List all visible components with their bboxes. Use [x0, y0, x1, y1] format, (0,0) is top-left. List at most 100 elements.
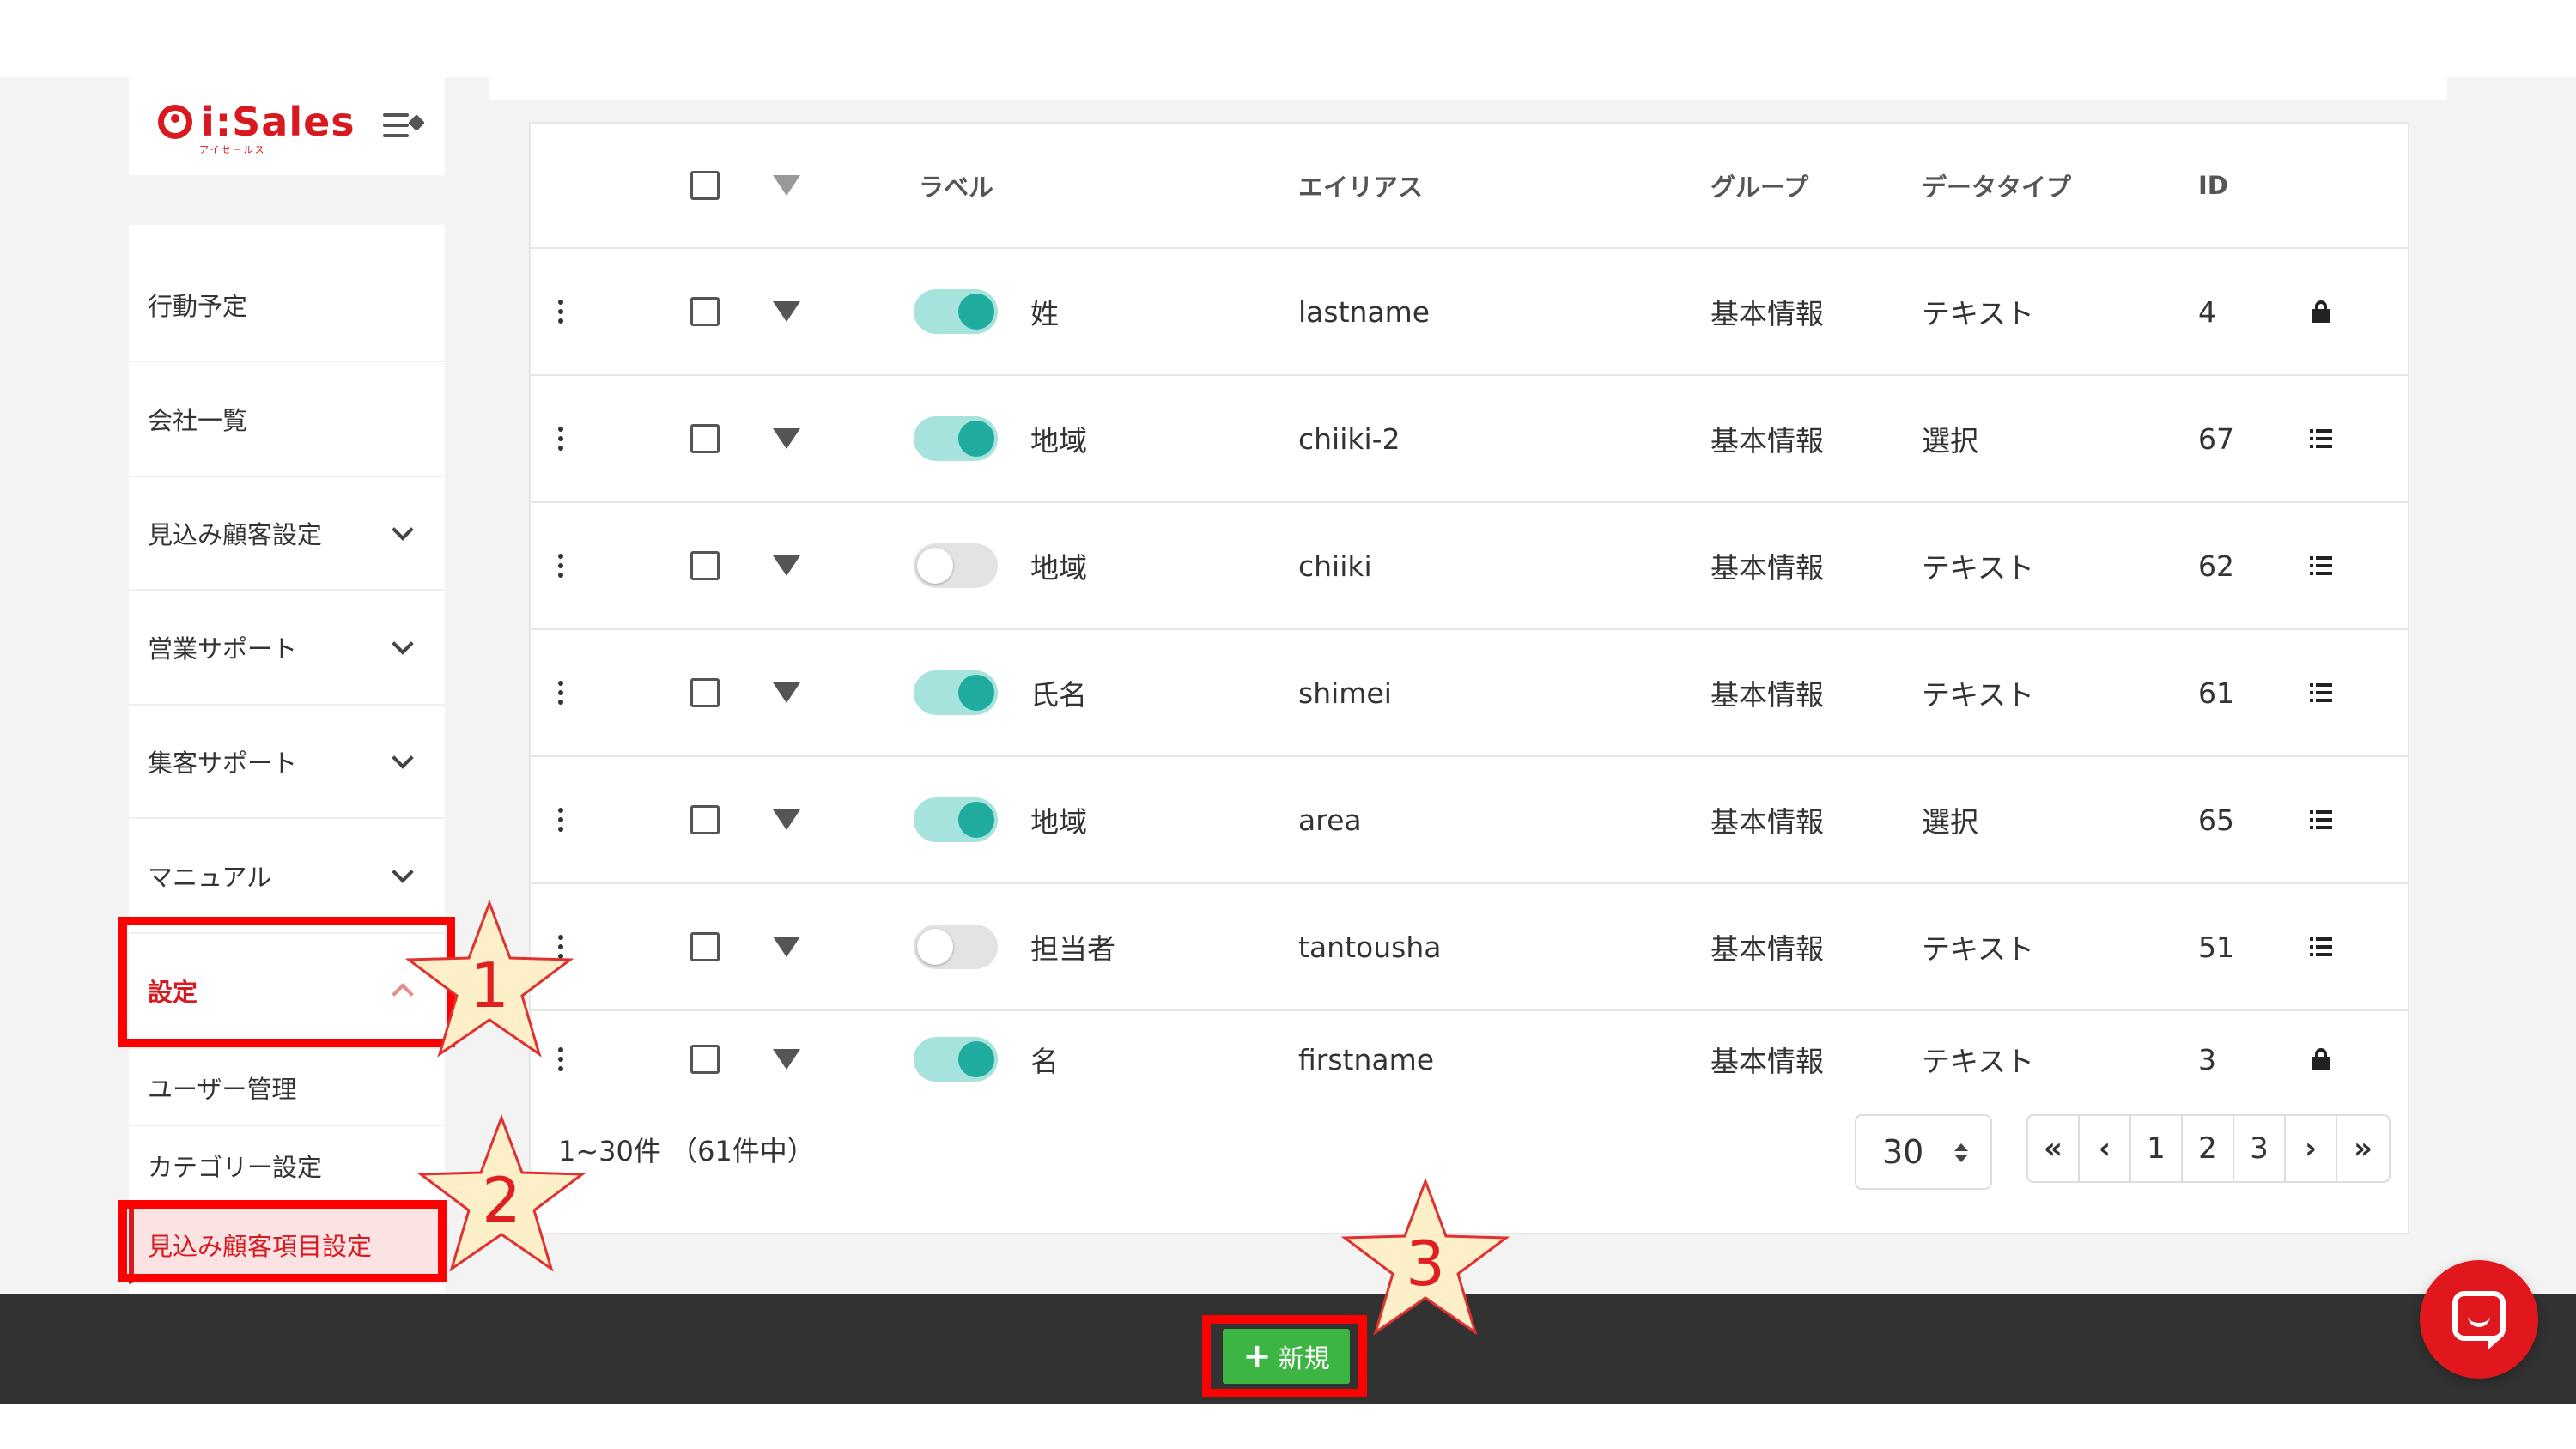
field-alias: chiiki	[1298, 549, 1372, 583]
expand-triangle-icon[interactable]	[773, 1011, 800, 1107]
field-datatype: テキスト	[1922, 551, 2035, 585]
expand-triangle-icon[interactable]	[773, 503, 800, 628]
expand-triangle-icon[interactable]	[773, 757, 800, 882]
table-row: 地域 area 基本情報 選択 65	[531, 757, 2408, 884]
table-row: 姓 lastname 基本情報 テキスト 4	[531, 249, 2408, 376]
row-menu-icon[interactable]	[558, 249, 563, 374]
list-icon[interactable]	[2310, 884, 2332, 1009]
field-label: 地域	[1030, 424, 1087, 458]
sidebar-subitem-label: カテゴリー設定	[148, 1153, 323, 1182]
expand-triangle-icon[interactable]	[773, 884, 800, 1009]
page-button-3[interactable]: 3	[2234, 1116, 2286, 1181]
row-menu-icon[interactable]	[558, 376, 563, 501]
sidebar-subitem-user-management[interactable]: ユーザー管理	[129, 1051, 445, 1126]
list-icon[interactable]	[2310, 757, 2332, 882]
enable-toggle[interactable]	[914, 249, 998, 374]
pagination: « ‹ 1 2 3 › »	[2026, 1114, 2391, 1183]
logo-card: i:Sales アイセールス	[129, 77, 445, 175]
per-page-value: 30	[1882, 1133, 1924, 1171]
list-icon[interactable]	[2310, 630, 2332, 755]
annotation-highlight-prospect-field-settings	[118, 1200, 447, 1282]
logo-subtext: アイセールス	[199, 144, 266, 155]
column-header-alias[interactable]: エイリアス	[1298, 124, 1423, 247]
chevron-down-icon	[392, 861, 414, 883]
field-alias: shimei	[1298, 676, 1392, 710]
expand-triangle-icon[interactable]	[773, 249, 800, 374]
field-alias: chiiki-2	[1298, 421, 1400, 456]
annotation-star-2: 2	[416, 1113, 587, 1276]
enable-toggle[interactable]	[914, 884, 998, 1009]
logo[interactable]: i:Sales	[158, 99, 355, 145]
field-datatype: テキスト	[1922, 297, 2035, 330]
row-checkbox[interactable]	[690, 884, 720, 1009]
field-id: 3	[2198, 1042, 2216, 1076]
next-page-button[interactable]: ›	[2286, 1116, 2337, 1181]
row-checkbox[interactable]	[690, 376, 720, 501]
row-checkbox[interactable]	[690, 757, 720, 882]
enable-toggle[interactable]	[914, 757, 998, 882]
sidebar-item-prospect-settings[interactable]: 見込み顧客設定	[129, 477, 445, 591]
table-row: 担当者 tantousha 基本情報 テキスト 51	[531, 884, 2408, 1011]
first-page-button[interactable]: «	[2028, 1116, 2080, 1181]
enable-toggle[interactable]	[914, 503, 998, 628]
table-row: 名 firstname 基本情報 テキスト 3	[531, 1011, 2408, 1107]
row-menu-icon[interactable]	[558, 757, 563, 882]
expand-triangle-icon[interactable]	[773, 376, 800, 501]
prev-page-button[interactable]: ‹	[2080, 1116, 2131, 1181]
column-header-id[interactable]: ID	[2198, 124, 2228, 247]
field-group: 基本情報	[1710, 805, 1824, 839]
list-icon[interactable]	[2310, 503, 2332, 628]
row-checkbox[interactable]	[690, 630, 720, 755]
per-page-select[interactable]: 30	[1855, 1114, 1992, 1190]
row-checkbox[interactable]	[690, 249, 720, 374]
menu-collapse-icon[interactable]	[383, 112, 426, 141]
field-datatype: 選択	[1922, 424, 1978, 458]
field-table-card: ラベル エイリアス グループ データタイプ ID 姓 lastname 基本情報 テキ…	[529, 122, 2409, 1234]
field-id: 51	[2198, 930, 2234, 964]
logo-text: i:Sales	[201, 99, 355, 145]
sidebar-subitem-category-settings[interactable]: カテゴリー設定	[129, 1126, 445, 1207]
column-header-datatype[interactable]: データタイプ	[1922, 124, 2071, 247]
annotation-number: 1	[470, 949, 509, 1022]
column-header-group[interactable]: グループ	[1710, 124, 1808, 247]
field-label: 地域	[1030, 805, 1087, 839]
chevron-down-icon	[392, 633, 414, 655]
field-group: 基本情報	[1710, 1045, 1824, 1078]
field-datatype: テキスト	[1922, 1045, 2035, 1078]
enable-toggle[interactable]	[914, 376, 998, 501]
enable-toggle[interactable]	[914, 630, 998, 755]
field-datatype: 選択	[1922, 805, 1978, 839]
field-id: 62	[2198, 549, 2234, 583]
sort-triangle-icon[interactable]	[773, 124, 800, 247]
field-label: 担当者	[1030, 932, 1115, 966]
page-button-1[interactable]: 1	[2131, 1116, 2183, 1181]
sidebar-item-companies[interactable]: 会社一覧	[129, 362, 445, 477]
sidebar-nav: 行動予定 会社一覧 見込み顧客設定 営業サポート 集客サポート マニュアル 設定…	[129, 225, 445, 1298]
field-group: 基本情報	[1710, 297, 1824, 330]
page-button-2[interactable]: 2	[2183, 1116, 2234, 1181]
sidebar-item-label: 見込み顧客設定	[148, 520, 323, 549]
table-row: 地域 chiiki-2 基本情報 選択 67	[531, 376, 2408, 503]
list-icon[interactable]	[2310, 376, 2332, 501]
column-header-label[interactable]: ラベル	[919, 124, 993, 247]
field-group: 基本情報	[1710, 551, 1824, 585]
select-all-checkbox[interactable]	[690, 124, 720, 247]
row-menu-icon[interactable]	[558, 630, 563, 755]
sidebar-item-schedule[interactable]: 行動予定	[129, 249, 445, 362]
row-checkbox[interactable]	[690, 1011, 720, 1107]
last-page-button[interactable]: »	[2337, 1116, 2389, 1181]
sidebar-item-sales-support[interactable]: 営業サポート	[129, 591, 445, 706]
table-row: 地域 chiiki 基本情報 テキスト 62	[531, 503, 2408, 630]
row-menu-icon[interactable]	[558, 503, 563, 628]
field-id: 4	[2198, 294, 2216, 329]
field-label: 名	[1030, 1045, 1059, 1078]
chevron-down-icon	[392, 747, 414, 769]
expand-triangle-icon[interactable]	[773, 630, 800, 755]
enable-toggle[interactable]	[914, 1011, 998, 1107]
chat-support-button[interactable]	[2420, 1260, 2538, 1379]
row-checkbox[interactable]	[690, 503, 720, 628]
annotation-number: 2	[482, 1164, 521, 1236]
sidebar-item-marketing-support[interactable]: 集客サポート	[129, 706, 445, 819]
annotation-number: 3	[1406, 1228, 1445, 1300]
field-alias: area	[1298, 803, 1362, 837]
